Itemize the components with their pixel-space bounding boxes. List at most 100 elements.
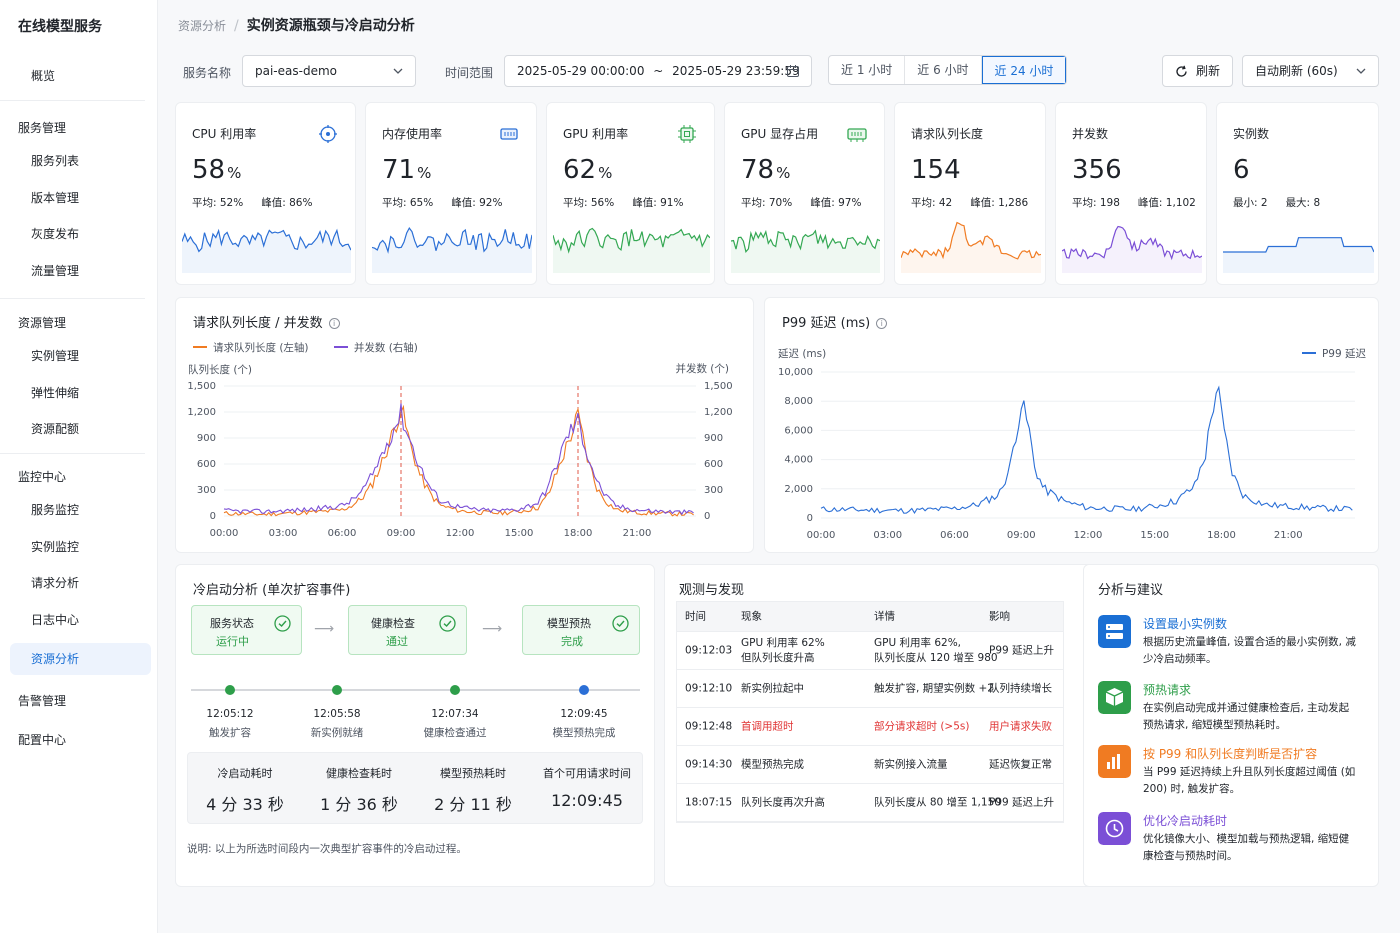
kpi-title: CPU 利用率 [192,127,257,141]
x-tick-label: 21:00 [1274,530,1303,541]
nav-group-resource[interactable]: 资源管理 [18,314,66,331]
cell-detail: GPU 利用率 62%, 队列长度从 120 增至 980 [874,636,998,666]
kpi-value: 58% [192,155,241,185]
check-circle-icon [439,615,456,632]
quick-range-1h[interactable]: 近 1 小时 [829,56,906,84]
table-row[interactable]: 09:12:10 新实例拉起中 触发扩容, 期望实例数 +2 队列持续增长 [677,670,1063,708]
x-tick-label: 00:00 [807,530,836,541]
suggestion-title[interactable]: 优化冷启动耗时 [1143,812,1227,829]
kpi-number: 58 [192,155,226,185]
nav-item-service-list[interactable]: 服务列表 [10,145,151,177]
summary-header: 冷启动耗时 [217,767,273,780]
x-tick-label: 18:00 [1207,530,1236,541]
suggestion-desc: 根据历史流量峰值, 设置合适的最小实例数, 减少冷启动频率。 [1143,636,1356,665]
nav-item-request-analysis[interactable]: 请求分析 [10,567,151,599]
kpi-sparkline [182,228,351,273]
y-tick-label: 1,200 [187,407,216,418]
auto-refresh-select[interactable]: 自动刷新 (60s) [1242,55,1379,87]
timeline-dot[interactable] [225,685,235,695]
breadcrumb-parent[interactable]: 资源分析 [178,19,226,33]
suggestion-title[interactable]: 预热请求 [1143,681,1191,698]
nav-item-resource-analysis[interactable]: 资源分析 [10,643,151,675]
kpi-card[interactable]: 请求队列长度 154 平均: 42 峰值: 1,286 [894,102,1046,285]
kpi-card[interactable]: CPU 利用率 58% 平均: 52% 峰值: 86% [175,102,356,285]
timeline-dot[interactable] [450,685,460,695]
nav-item-instance[interactable]: 实例管理 [10,340,151,372]
time-range-picker[interactable]: 2025-05-29 00:00:00 ~ 2025-05-29 23:59:5… [504,55,812,87]
stage-service-status: 服务状态 运行中 [191,605,302,655]
info-icon[interactable]: i [876,318,888,329]
nav-item-canary[interactable]: 灰度发布 [10,218,151,250]
quick-range-24h[interactable]: 近 24 小时 [981,56,1067,84]
kpi-title: 内存使用率 [382,127,443,141]
kpi-card[interactable]: GPU 显存占用 78% 平均: 70% 峰值: 97% [724,102,885,285]
nav-item-traffic[interactable]: 流量管理 [10,255,151,287]
cold-start-note: 说明: 以上为所选时间段内一次典型扩容事件的冷启动过程。 [187,843,467,855]
refresh-button[interactable]: 刷新 [1162,55,1233,87]
bar-chart-icon [1098,745,1131,778]
time-range-label: 时间范围 [445,66,494,80]
nav-group-alert[interactable]: 告警管理 [18,692,66,709]
cold-start-summary: 冷启动耗时 4 分 33 秒 健康检查耗时 1 分 36 秒 模型预热耗时 2 … [187,752,643,824]
legend-concurrency[interactable]: 并发数 (右轴) [333,342,418,354]
queue-concurrency-chart: 请求队列长度 / 并发数 i 请求队列长度 (左轴) 并发数 (右轴) 队列长度 … [175,297,754,553]
nav-group-config[interactable]: 配置中心 [18,731,66,748]
nav-item-autoscale[interactable]: 弹性伸缩 [10,377,151,409]
nav-group-service[interactable]: 服务管理 [18,119,66,136]
nav-item-log-center[interactable]: 日志中心 [10,604,151,636]
kpi-title: GPU 显存占用 [741,127,819,141]
column-header: 影响 [989,610,1010,622]
y-tick-label: 8,000 [784,396,813,407]
nav-item-instance-monitor[interactable]: 实例监控 [10,531,151,563]
nav-item-service-monitor[interactable]: 服务监控 [10,494,151,526]
legend-p99[interactable]: P99 延迟 [1301,346,1366,361]
table-row[interactable]: 18:07:15 队列长度再次升高 队列长度从 80 增至 1,150 P99 延迟上… [677,784,1063,822]
x-tick-label: 21:00 [623,528,652,539]
timeline-dot[interactable] [332,685,342,695]
suggestion-title[interactable]: 按 P99 和队列长度判断是否扩容 [1143,745,1317,762]
cell-phenomenon: GPU 利用率 62% 但队列长度升高 [741,636,825,666]
x-tick-label: 15:00 [1140,530,1169,541]
chevron-down-icon [393,68,403,74]
nav-item-overview[interactable]: 概览 [10,60,151,92]
info-icon[interactable]: i [328,318,340,329]
table-row[interactable]: 09:14:30 模型预热完成 新实例接入流量 延迟恢复正常 [677,746,1063,784]
quick-range-6h[interactable]: 近 6 小时 [905,56,982,84]
timeline-dot[interactable] [579,685,589,695]
summary-header: 健康检查耗时 [326,767,392,780]
kpi-value: 71% [382,155,431,185]
timeline-time: 12:05:12 [206,708,254,720]
kpi-sparkline [553,227,710,273]
cell-detail: 队列长度从 80 增至 1,150 [874,795,1001,810]
nav-divider [0,100,145,101]
legend-queue[interactable]: 请求队列长度 (左轴) [193,342,309,354]
cell-detail: 触发扩容, 期望实例数 +2 [874,681,994,696]
kpi-number: 71 [382,155,416,185]
cell-phenomenon: 模型预热完成 [741,757,804,772]
kpi-title: 并发数 [1072,127,1109,141]
timeline-time: 12:09:45 [560,708,608,720]
cell-impact: P99 延迟上升 [989,644,1055,656]
table-row[interactable]: 09:12:03 GPU 利用率 62% 但队列长度升高 GPU 利用率 62%, 队列… [677,632,1063,670]
x-tick-label: 09:00 [1007,530,1036,541]
summary-value: 12:09:45 [551,791,623,810]
nav-group-monitor[interactable]: 监控中心 [18,468,66,485]
p99-chart-plot: 0 2,000 4,000 6,000 8,000 10,000 00:00 03:00 06:… [778,367,1355,541]
suggestion-title[interactable]: 设置最小实例数 [1143,615,1227,632]
timeline-label: 新实例就绪 [310,727,364,739]
service-select[interactable]: pai-eas-demo [242,55,416,87]
kpi-card[interactable]: 内存使用率 71% 平均: 65% 峰值: 92% [365,102,537,285]
kpi-number: 356 [1072,155,1122,185]
kpi-unit: % [227,164,242,182]
nav-item-quota[interactable]: 资源配额 [10,413,151,445]
x-tick-label: 18:00 [564,528,593,539]
table-row[interactable]: 09:12:48 首调用超时 部分请求超时 (>5s) 用户请求失败 [677,708,1063,746]
kpi-stat-avg: 平均: 56% [563,197,615,209]
kpi-card[interactable]: GPU 利用率 62% 平均: 56% 峰值: 91% [546,102,715,285]
cell-line: 新实例拉起中 [741,682,804,694]
kpi-card[interactable]: 实例数 6 最小: 2 最大: 8 [1216,102,1379,285]
kpi-card[interactable]: 并发数 356 平均: 198 峰值: 1,102 [1055,102,1207,285]
nav-item-version[interactable]: 版本管理 [10,182,151,214]
findings-table: 时间 现象 详情 影响 09:12:03 GPU 利用率 62% 但队列长度升高 GPU 利用… [676,601,1064,823]
series-line [223,403,694,516]
